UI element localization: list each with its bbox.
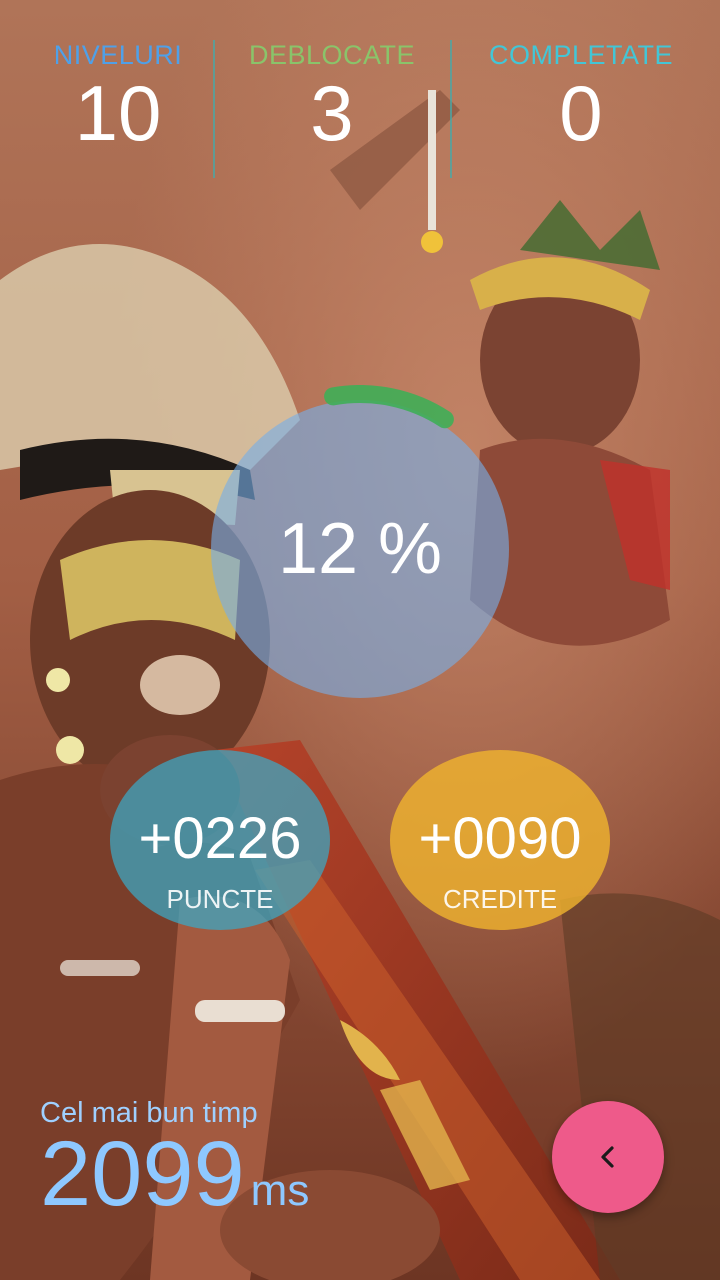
stat-unlocked: DEBLOCATE 3 [214,40,450,155]
best-time-value: 2099 [40,1123,245,1225]
best-time-unit: ms [250,1166,310,1215]
chevron-left-icon [601,1146,614,1168]
stat-levels: NIVELURI 10 [0,40,236,155]
stats-bar: NIVELURI 10 DEBLOCATE 3 COMPLETATE 0 [0,40,720,180]
credits-value: +0090 [418,806,582,871]
best-time: 2099 ms [40,1128,309,1220]
progress-percent: 12 % [277,509,443,589]
stat-unlocked-label: DEBLOCATE [248,40,416,70]
points-value: +0226 [138,806,302,871]
credits-badge: +0090 CREDITE [390,750,610,930]
credits-label: CREDITE [442,884,558,914]
stat-completed: COMPLETATE 0 [452,40,710,155]
stat-completed-label: COMPLETATE [488,40,674,70]
stat-completed-value: 0 [559,69,603,157]
stat-levels-value: 10 [74,69,162,157]
back-button[interactable] [552,1101,664,1213]
points-label: PUNCTE [166,884,274,914]
points-badge: +0226 PUNCTE [110,750,330,930]
stat-unlocked-value: 3 [310,69,354,157]
stat-levels-label: NIVELURI [53,40,183,70]
